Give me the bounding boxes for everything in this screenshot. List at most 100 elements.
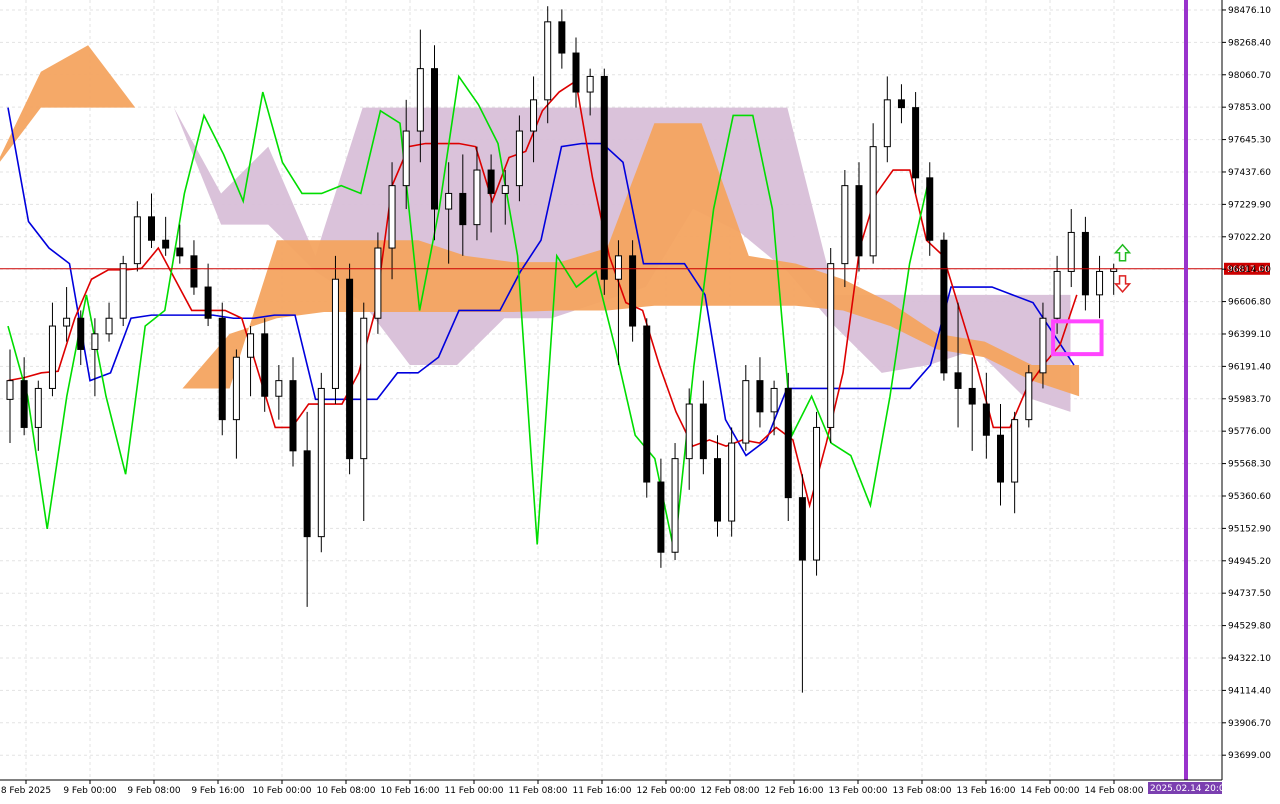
time-tick-label: 9 Feb 16:00 <box>191 786 245 796</box>
candle-bull-body <box>473 169 481 226</box>
candle-bear-body <box>657 481 665 553</box>
time-tick-label: 11 Feb 08:00 <box>508 786 567 796</box>
candle-bull-body <box>34 387 42 428</box>
candle-bear-body <box>629 255 637 327</box>
candle-bull-body <box>671 458 679 553</box>
candle-bull-body <box>374 247 382 319</box>
candle-bull-body <box>360 317 368 460</box>
price-tick-label: 96814.50 <box>1228 265 1271 275</box>
time-tick-label: 9 Feb 00:00 <box>63 786 117 796</box>
price-tick-label: 96606.80 <box>1228 298 1271 308</box>
candle-bull-body <box>133 216 141 265</box>
candle-bear-body <box>897 99 905 109</box>
candle-bear-body <box>1081 231 1089 296</box>
candle-bull-body <box>402 130 410 187</box>
candle-bear-body <box>926 177 934 241</box>
candle-bull-body <box>728 442 736 522</box>
price-chart[interactable]: 96817.002025.02.14 20:00 98476.1098268.4… <box>0 0 1280 800</box>
time-tick-label: 11 Feb 00:00 <box>444 786 503 796</box>
price-tick-label: 93699.00 <box>1228 751 1271 761</box>
candle-bear-body <box>643 325 651 483</box>
candle-bull-body <box>530 99 538 132</box>
candle-bull-body <box>91 333 99 350</box>
candle-bear-body <box>968 387 976 405</box>
candle-bull-body <box>232 356 240 421</box>
candle-bear-body <box>190 255 198 288</box>
candle-bear-body <box>798 497 806 561</box>
candle-bull-body <box>614 255 622 280</box>
time-tick-label: 14 Feb 00:00 <box>1020 786 1079 796</box>
candle-bear-body <box>487 169 495 194</box>
price-tick-label: 97645.30 <box>1228 136 1271 146</box>
time-tick-label: 12 Feb 16:00 <box>764 786 823 796</box>
time-tick-label: 11 Feb 16:00 <box>572 786 631 796</box>
candle-bull-body <box>869 146 877 257</box>
price-tick-label: 95360.60 <box>1228 492 1271 502</box>
price-tick-label: 94737.50 <box>1228 589 1271 599</box>
candle-bull-body <box>275 380 283 397</box>
candle-bull-body <box>317 387 325 538</box>
price-tick-label: 95983.70 <box>1228 395 1271 405</box>
price-tick-label: 94114.40 <box>1228 686 1271 696</box>
candle-bull-body <box>105 317 113 335</box>
candle-bear-body <box>289 380 297 452</box>
candle-bull-body <box>119 263 127 319</box>
chart-container[interactable]: 96817.00 2025.02.14 20:00 98476.10 98268.4… <box>0 0 1280 800</box>
candle-bear-body <box>346 278 354 460</box>
candle-bull-body <box>1096 270 1104 296</box>
candle-bear-body <box>176 247 184 257</box>
time-tick-label: 10 Feb 08:00 <box>316 786 375 796</box>
candle-bear-body <box>303 450 311 538</box>
candle-bear-body <box>558 21 566 54</box>
candle-bull-body <box>63 317 71 327</box>
price-tick-label: 95568.30 <box>1228 460 1271 470</box>
time-tick-label: 12 Feb 08:00 <box>700 786 759 796</box>
time-tick-label: 13 Feb 16:00 <box>956 786 1015 796</box>
candle-bear-body <box>784 387 792 499</box>
candle-bear-body <box>204 286 212 319</box>
candle-bull-body <box>48 325 56 389</box>
candle-bull-body <box>813 426 821 561</box>
candle-bull-body <box>501 185 509 194</box>
candle-bull-body <box>544 21 552 101</box>
candle-bear-body <box>459 192 467 226</box>
candle-bull-body <box>515 130 523 187</box>
candle-bear-body <box>982 403 990 436</box>
time-tick-label: 10 Feb 00:00 <box>252 786 311 796</box>
candle-bear-body <box>940 239 948 374</box>
price-tick-label: 94529.80 <box>1228 622 1271 632</box>
time-tick-label: 10 Feb 16:00 <box>380 786 439 796</box>
candle-bull-body <box>1039 317 1047 374</box>
time-tick-label: 14 Feb 08:00 <box>1084 786 1143 796</box>
candle-bull-body <box>685 403 693 460</box>
candle-bear-body <box>148 216 155 241</box>
time-tick-label: 8 Feb 2025 <box>1 786 51 796</box>
price-tick-label: 94945.20 <box>1228 557 1271 567</box>
candle-bear-body <box>855 185 863 257</box>
time-tick-label: 12 Feb 00:00 <box>636 786 695 796</box>
price-tick-label: 97022.20 <box>1228 233 1271 243</box>
candle-bull-body <box>1011 419 1019 483</box>
candle-bear-body <box>756 380 764 413</box>
current-time-label: 2025.02.14 20:00 <box>1150 784 1231 794</box>
time-tick-label: 13 Feb 00:00 <box>828 786 887 796</box>
price-tick-label: 98060.70 <box>1228 71 1271 81</box>
candle-bull-body <box>827 263 835 428</box>
candle-bull-body <box>331 278 339 389</box>
candle-bull-body <box>841 185 849 265</box>
price-tick-label: 98476.10 <box>1228 6 1271 16</box>
candle-bear-body <box>20 380 28 428</box>
price-tick-label: 93906.70 <box>1228 719 1271 729</box>
candle-bull-body <box>388 185 396 249</box>
candle-bear-body <box>714 458 721 522</box>
price-tick-label: 97853.00 <box>1228 103 1271 113</box>
candle-bear-body <box>912 107 920 179</box>
price-tick-label: 94322.10 <box>1228 654 1271 664</box>
candle-bull-body <box>742 380 750 444</box>
price-tick-label: 98268.40 <box>1228 38 1271 48</box>
candle-bull-body <box>1067 231 1075 272</box>
candle-bull-body <box>770 387 778 413</box>
candle-bear-body <box>997 434 1004 483</box>
time-tick-label: 13 Feb 08:00 <box>892 786 951 796</box>
candle-bull-body <box>247 333 255 358</box>
